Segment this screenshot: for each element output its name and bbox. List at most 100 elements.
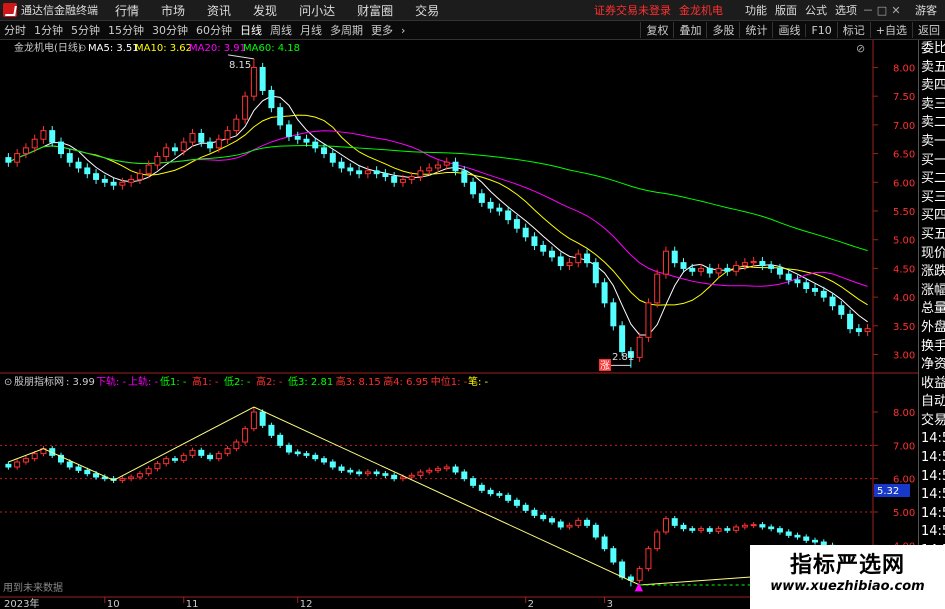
zigzag-line: ▲ bbox=[8, 406, 873, 593]
period-multi[interactable]: 多周期 bbox=[326, 22, 367, 38]
candle-body bbox=[110, 181, 117, 186]
orderbook-row: 涨跌 bbox=[921, 264, 945, 280]
candle-body bbox=[680, 262, 687, 269]
menu-market[interactable]: 市场 bbox=[150, 2, 196, 19]
menu-bar: 通达信金融终端 行情 市场 资讯 发现 问小达 财富圈 交易 证券交易未登录 金… bbox=[0, 0, 945, 21]
candle-body bbox=[364, 471, 371, 475]
candle-body bbox=[557, 256, 564, 267]
app-logo-icon bbox=[3, 3, 17, 17]
y-tick-label: 8.00 bbox=[893, 408, 915, 419]
menu-formula[interactable]: 公式 bbox=[801, 2, 831, 18]
price-tag-value: 5.32 bbox=[877, 486, 899, 497]
candle-body bbox=[294, 451, 301, 455]
maximize-icon[interactable]: □ bbox=[875, 4, 889, 17]
period-1min[interactable]: 1分钟 bbox=[30, 22, 67, 38]
menu-discover[interactable]: 发现 bbox=[242, 2, 288, 19]
panel-options-icon[interactable]: ⊘ bbox=[856, 42, 865, 55]
mark-button[interactable]: 标记 bbox=[836, 22, 870, 38]
candle-body bbox=[171, 458, 178, 461]
sub-legend-item: 下轨: - bbox=[96, 375, 127, 388]
orderbook-row: 买一 bbox=[921, 152, 945, 168]
close-icon[interactable]: ✕ bbox=[889, 4, 903, 17]
app-name: 通达信金融终端 bbox=[21, 4, 98, 17]
f10-button[interactable]: F10 bbox=[805, 23, 836, 37]
candle-body bbox=[347, 469, 354, 473]
candle-body bbox=[215, 138, 222, 149]
menu-ask[interactable]: 问小达 bbox=[288, 2, 346, 19]
draw-line-button[interactable]: 画线 bbox=[772, 22, 805, 38]
candle-body bbox=[478, 193, 485, 203]
menu-wealth[interactable]: 财富圈 bbox=[346, 2, 404, 19]
period-60min[interactable]: 60分钟 bbox=[192, 22, 236, 38]
candle-body bbox=[698, 267, 705, 272]
menu-quotes[interactable]: 行情 bbox=[104, 2, 150, 19]
candle-body bbox=[470, 181, 477, 195]
menu-trade[interactable]: 交易 bbox=[404, 2, 450, 19]
candle-body bbox=[566, 524, 573, 528]
candle-body bbox=[452, 466, 459, 473]
candle-body bbox=[794, 279, 801, 284]
period-5min[interactable]: 5分钟 bbox=[67, 22, 104, 38]
candle-body bbox=[329, 153, 336, 163]
orderbook-row: 现价 bbox=[921, 245, 945, 261]
y-tick-label: 3.50 bbox=[893, 322, 915, 333]
candle-body bbox=[154, 463, 161, 470]
period-15min[interactable]: 15分钟 bbox=[104, 22, 148, 38]
candle-body bbox=[373, 471, 380, 475]
current-stock-name: 金龙机电 bbox=[679, 4, 723, 17]
candle-body bbox=[259, 411, 266, 426]
period-monthly[interactable]: 月线 bbox=[296, 22, 326, 38]
period-intraday[interactable]: 分时 bbox=[0, 22, 30, 38]
candle-body bbox=[312, 141, 319, 149]
sub-legend-item: 低1: - bbox=[160, 375, 187, 388]
candle-body bbox=[557, 521, 564, 528]
candle-body bbox=[136, 473, 143, 478]
y-tick-label: 7.00 bbox=[893, 441, 915, 452]
add-watchlist-button[interactable]: +自选 bbox=[869, 22, 912, 38]
guest-account[interactable]: 游客 bbox=[915, 2, 945, 18]
kline-chart[interactable]: ▲ 8.00 7.50 7.00 6.50 6.00 5.50 5.00 4.50 4.00 3.… bbox=[0, 40, 918, 609]
main-settings-icon[interactable]: ⊙ bbox=[78, 43, 86, 54]
candle-body bbox=[84, 469, 91, 475]
overlay-button[interactable]: 叠加 bbox=[673, 22, 706, 38]
menu-options[interactable]: 选项 bbox=[831, 2, 861, 18]
orderbook-row: 14:56 bbox=[921, 505, 945, 521]
period-daily[interactable]: 日线 bbox=[236, 22, 266, 38]
back-button[interactable]: 返回 bbox=[912, 22, 945, 38]
app-logo: 通达信金融终端 bbox=[0, 2, 104, 18]
candle-body bbox=[57, 141, 64, 155]
sub-legend-item: 高2: - bbox=[256, 375, 283, 388]
watermark-title: 指标严选网 bbox=[789, 553, 905, 578]
candle-body bbox=[548, 250, 555, 258]
period-more[interactable]: 更多 bbox=[367, 22, 397, 38]
candle-body bbox=[478, 484, 485, 491]
chevron-right-icon[interactable]: › bbox=[397, 24, 409, 37]
candle-body bbox=[610, 302, 617, 327]
candle-body bbox=[119, 181, 126, 186]
candle-body bbox=[93, 473, 100, 478]
orderbook-row: 14:56 bbox=[921, 524, 945, 540]
login-status[interactable]: 证券交易未登录 bbox=[594, 2, 679, 18]
candle-body bbox=[382, 473, 389, 476]
main-candles bbox=[5, 58, 871, 368]
candle-body bbox=[443, 161, 450, 166]
menu-layout[interactable]: 版面 bbox=[771, 2, 801, 18]
candle-body bbox=[303, 453, 310, 456]
sub-settings-icon[interactable]: ⊙ bbox=[4, 377, 12, 388]
candle-body bbox=[487, 489, 494, 495]
candle-body bbox=[759, 261, 766, 267]
candle-body bbox=[171, 147, 178, 152]
candle-body bbox=[189, 133, 196, 143]
candle-body bbox=[207, 141, 214, 149]
minimize-icon[interactable]: － bbox=[861, 2, 875, 18]
multi-stock-button[interactable]: 多股 bbox=[706, 22, 739, 38]
stats-button[interactable]: 统计 bbox=[739, 22, 772, 38]
candle-body bbox=[662, 250, 669, 275]
period-weekly[interactable]: 周线 bbox=[266, 22, 296, 38]
menu-news[interactable]: 资讯 bbox=[196, 2, 242, 19]
adjust-button[interactable]: 复权 bbox=[640, 22, 673, 38]
menu-function[interactable]: 功能 bbox=[741, 2, 771, 18]
candle-body bbox=[505, 494, 512, 501]
candle-body bbox=[443, 466, 450, 470]
period-30min[interactable]: 30分钟 bbox=[148, 22, 192, 38]
